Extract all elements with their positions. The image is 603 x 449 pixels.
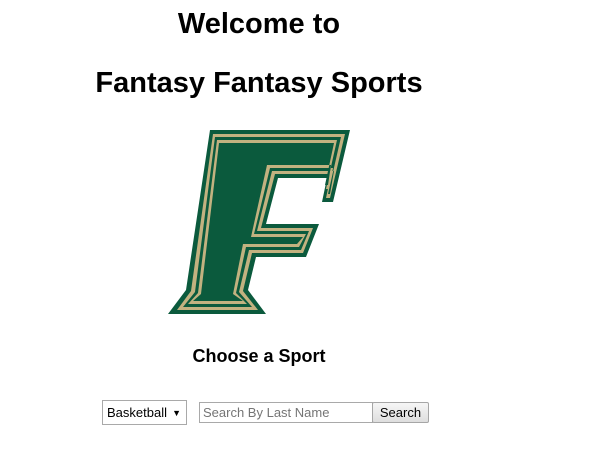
page: Welcome to Fantasy Fantasy Sports Choose… bbox=[0, 0, 603, 449]
choose-sport-heading: Choose a Sport bbox=[192, 346, 326, 366]
search-input[interactable] bbox=[199, 402, 373, 423]
welcome-heading: Welcome to bbox=[177, 8, 341, 40]
site-title: Fantasy Fantasy Sports bbox=[95, 67, 423, 99]
chevron-down-icon: ▼ bbox=[172, 407, 181, 418]
search-button[interactable]: Search bbox=[372, 402, 429, 423]
sport-select-value: Basketball bbox=[107, 405, 167, 420]
letter-f-logo bbox=[168, 130, 350, 314]
sport-select[interactable]: Basketball ▼ bbox=[102, 400, 187, 425]
